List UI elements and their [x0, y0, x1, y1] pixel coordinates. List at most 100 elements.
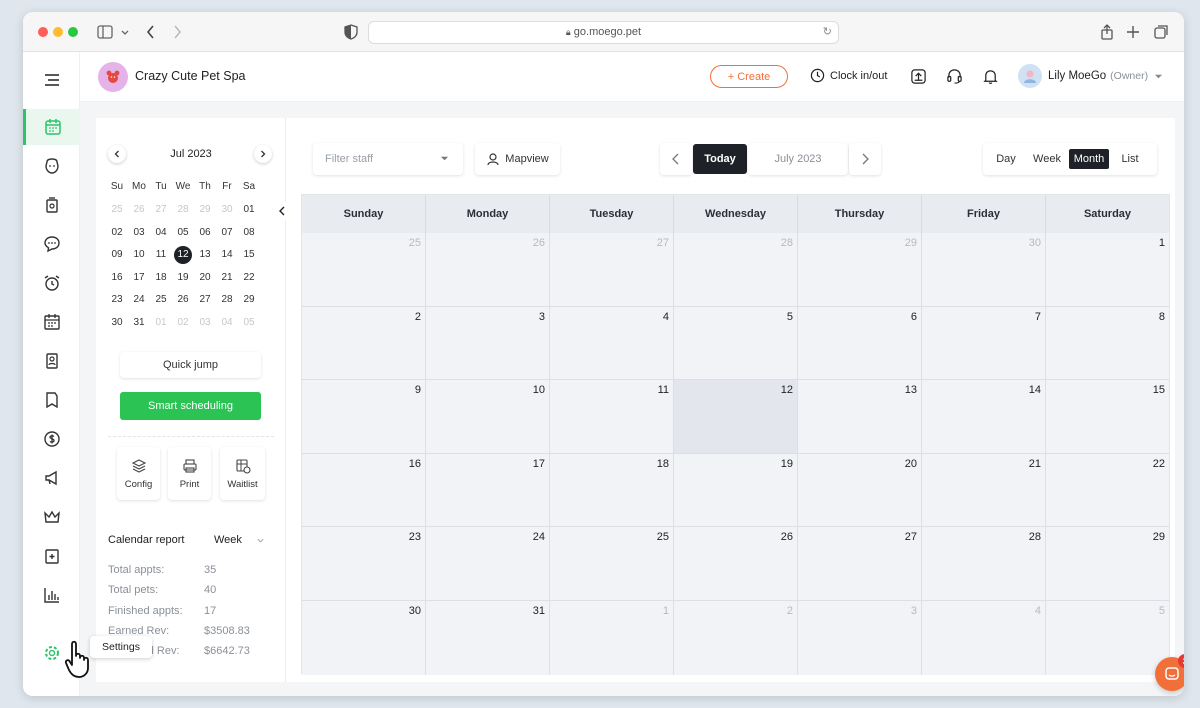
report-period-select[interactable]: Week — [214, 534, 265, 546]
mini-cal-day[interactable]: 08 — [238, 224, 260, 242]
mini-cal-day[interactable]: 14 — [216, 246, 238, 264]
address-bar[interactable]: 🔒︎ go.moego.pet ↻ — [368, 21, 839, 44]
prev-month-button[interactable] — [660, 143, 692, 175]
day-cell[interactable]: 15 — [1046, 380, 1169, 454]
mini-cal-day-selected[interactable]: 12 — [174, 246, 192, 264]
chevron-down-icon[interactable] — [119, 22, 139, 42]
nav-services[interactable] — [23, 538, 80, 574]
day-cell[interactable]: 28 — [922, 527, 1046, 601]
day-cell[interactable]: 25 — [550, 527, 674, 601]
config-button[interactable]: Config — [117, 447, 160, 500]
mini-cal-day[interactable]: 17 — [128, 269, 150, 287]
mini-cal-day[interactable]: 20 — [194, 269, 216, 287]
day-cell[interactable]: 24 — [426, 527, 550, 601]
nav-reports[interactable] — [23, 577, 80, 613]
clock-in-out-button[interactable]: Clock in/out — [810, 68, 887, 83]
tab-overview-icon[interactable] — [1151, 22, 1171, 42]
day-cell[interactable]: 22 — [1046, 453, 1169, 528]
day-cell[interactable]: 5 — [1046, 601, 1169, 675]
mini-cal-day[interactable]: 31 — [128, 314, 150, 332]
business-name[interactable]: Crazy Cute Pet Spa — [135, 69, 245, 83]
minimize-window-button[interactable] — [53, 27, 63, 37]
mini-cal-day[interactable]: 19 — [172, 269, 194, 287]
menu-icon[interactable] — [23, 62, 80, 98]
mini-cal-day[interactable]: 30 — [106, 314, 128, 332]
new-tab-icon[interactable] — [1123, 22, 1143, 42]
day-cell[interactable]: 30 — [302, 601, 426, 675]
mini-cal-day[interactable]: 04 — [216, 314, 238, 332]
current-month-label[interactable]: July 2023 — [748, 143, 848, 175]
upload-icon[interactable] — [910, 68, 927, 90]
mini-cal-day[interactable]: 30 — [216, 201, 238, 219]
smart-scheduling-button[interactable]: Smart scheduling — [120, 392, 261, 420]
create-button[interactable]: + Create — [710, 65, 788, 88]
mini-cal-day[interactable]: 27 — [194, 291, 216, 309]
view-week-button[interactable]: Week — [1029, 149, 1065, 169]
day-cell[interactable]: 6 — [798, 306, 922, 381]
day-cell[interactable]: 5 — [674, 306, 798, 381]
mini-cal-day[interactable]: 18 — [150, 269, 172, 287]
maximize-window-button[interactable] — [68, 27, 78, 37]
day-cell[interactable]: 8 — [1046, 306, 1169, 381]
day-cell[interactable]: 10 — [426, 380, 550, 454]
nav-pets[interactable] — [23, 148, 80, 184]
mini-cal-day[interactable]: 03 — [128, 224, 150, 242]
mini-cal-day[interactable]: 23 — [106, 291, 128, 309]
day-cell[interactable]: 16 — [302, 453, 426, 528]
mini-cal-day[interactable]: 25 — [150, 291, 172, 309]
day-cell[interactable]: 17 — [426, 453, 550, 528]
forward-icon[interactable] — [167, 22, 187, 42]
day-cell[interactable]: 14 — [922, 380, 1046, 454]
waitlist-button[interactable]: Waitlist — [220, 447, 265, 500]
user-menu[interactable]: Lily MoeGo (Owner) — [1018, 64, 1163, 88]
mini-cal-day[interactable]: 13 — [194, 246, 216, 264]
mini-cal-day[interactable]: 26 — [172, 291, 194, 309]
mini-cal-day[interactable]: 04 — [150, 224, 172, 242]
reload-icon[interactable]: ↻ — [823, 22, 832, 43]
nav-reminders[interactable] — [23, 265, 80, 301]
mini-cal-day[interactable]: 06 — [194, 224, 216, 242]
day-cell[interactable]: 29 — [798, 233, 922, 307]
view-day-button[interactable]: Day — [989, 149, 1023, 169]
day-cell[interactable]: 4 — [922, 601, 1046, 675]
mini-cal-day[interactable]: 03 — [194, 314, 216, 332]
mini-cal-day[interactable]: 02 — [172, 314, 194, 332]
day-cell[interactable]: 23 — [302, 527, 426, 601]
day-cell[interactable]: 28 — [674, 233, 798, 307]
view-month-button[interactable]: Month — [1069, 149, 1109, 169]
day-cell[interactable]: 2 — [302, 306, 426, 381]
today-button[interactable]: Today — [693, 144, 747, 174]
print-button[interactable]: Print — [168, 447, 211, 500]
bell-icon[interactable] — [982, 68, 999, 90]
mini-cal-day[interactable]: 05 — [172, 224, 194, 242]
nav-boarding[interactable] — [23, 187, 80, 223]
mini-cal-day[interactable]: 28 — [216, 291, 238, 309]
nav-payments[interactable] — [23, 421, 80, 457]
day-cell[interactable]: 29 — [1046, 527, 1169, 601]
mini-cal-next-button[interactable] — [254, 145, 272, 163]
mini-cal-day[interactable]: 21 — [216, 269, 238, 287]
back-icon[interactable] — [141, 22, 161, 42]
day-cell-today[interactable]: 12 — [674, 380, 798, 454]
day-cell[interactable]: 1 — [1046, 233, 1169, 307]
mini-cal-day[interactable]: 01 — [150, 314, 172, 332]
day-cell[interactable]: 18 — [550, 453, 674, 528]
day-cell[interactable]: 2 — [674, 601, 798, 675]
day-cell[interactable]: 27 — [798, 527, 922, 601]
day-cell[interactable]: 25 — [302, 233, 426, 307]
filter-staff-select[interactable]: Filter staff — [313, 143, 463, 175]
nav-marketing[interactable] — [23, 460, 80, 496]
shield-icon[interactable] — [341, 22, 361, 42]
mini-cal-day[interactable]: 07 — [216, 224, 238, 242]
nav-membership[interactable] — [23, 499, 80, 535]
day-cell[interactable]: 26 — [674, 527, 798, 601]
mapview-button[interactable]: Mapview — [475, 143, 560, 175]
sidebar-toggle-icon[interactable] — [95, 22, 115, 42]
mini-cal-day[interactable]: 16 — [106, 269, 128, 287]
day-cell[interactable]: 1 — [550, 601, 674, 675]
mini-cal-day[interactable]: 11 — [150, 246, 172, 264]
mini-cal-day[interactable]: 15 — [238, 246, 260, 264]
day-cell[interactable]: 19 — [674, 453, 798, 528]
day-cell[interactable]: 11 — [550, 380, 674, 454]
mini-cal-day[interactable]: 26 — [128, 201, 150, 219]
